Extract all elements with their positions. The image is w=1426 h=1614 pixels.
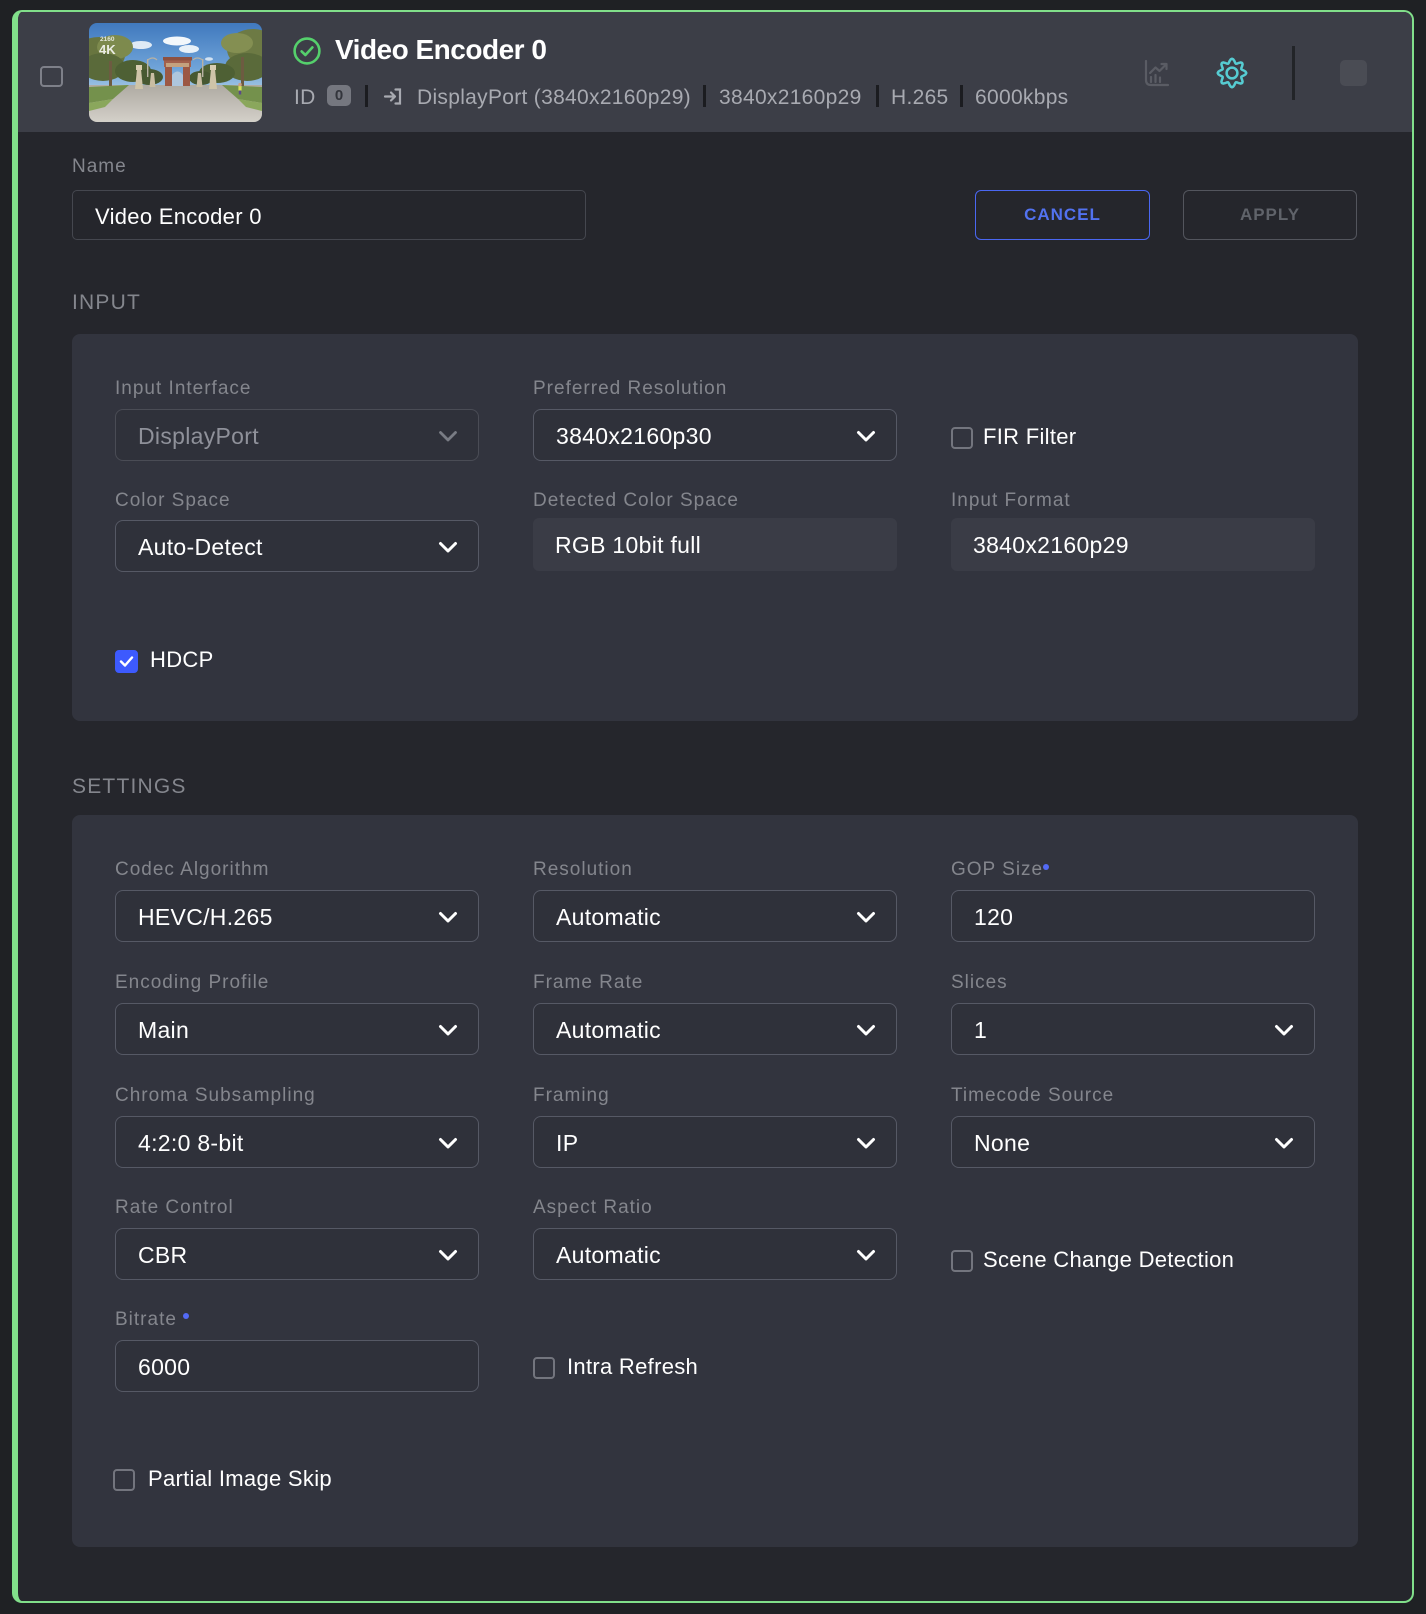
svg-text:4K: 4K [99,42,116,57]
